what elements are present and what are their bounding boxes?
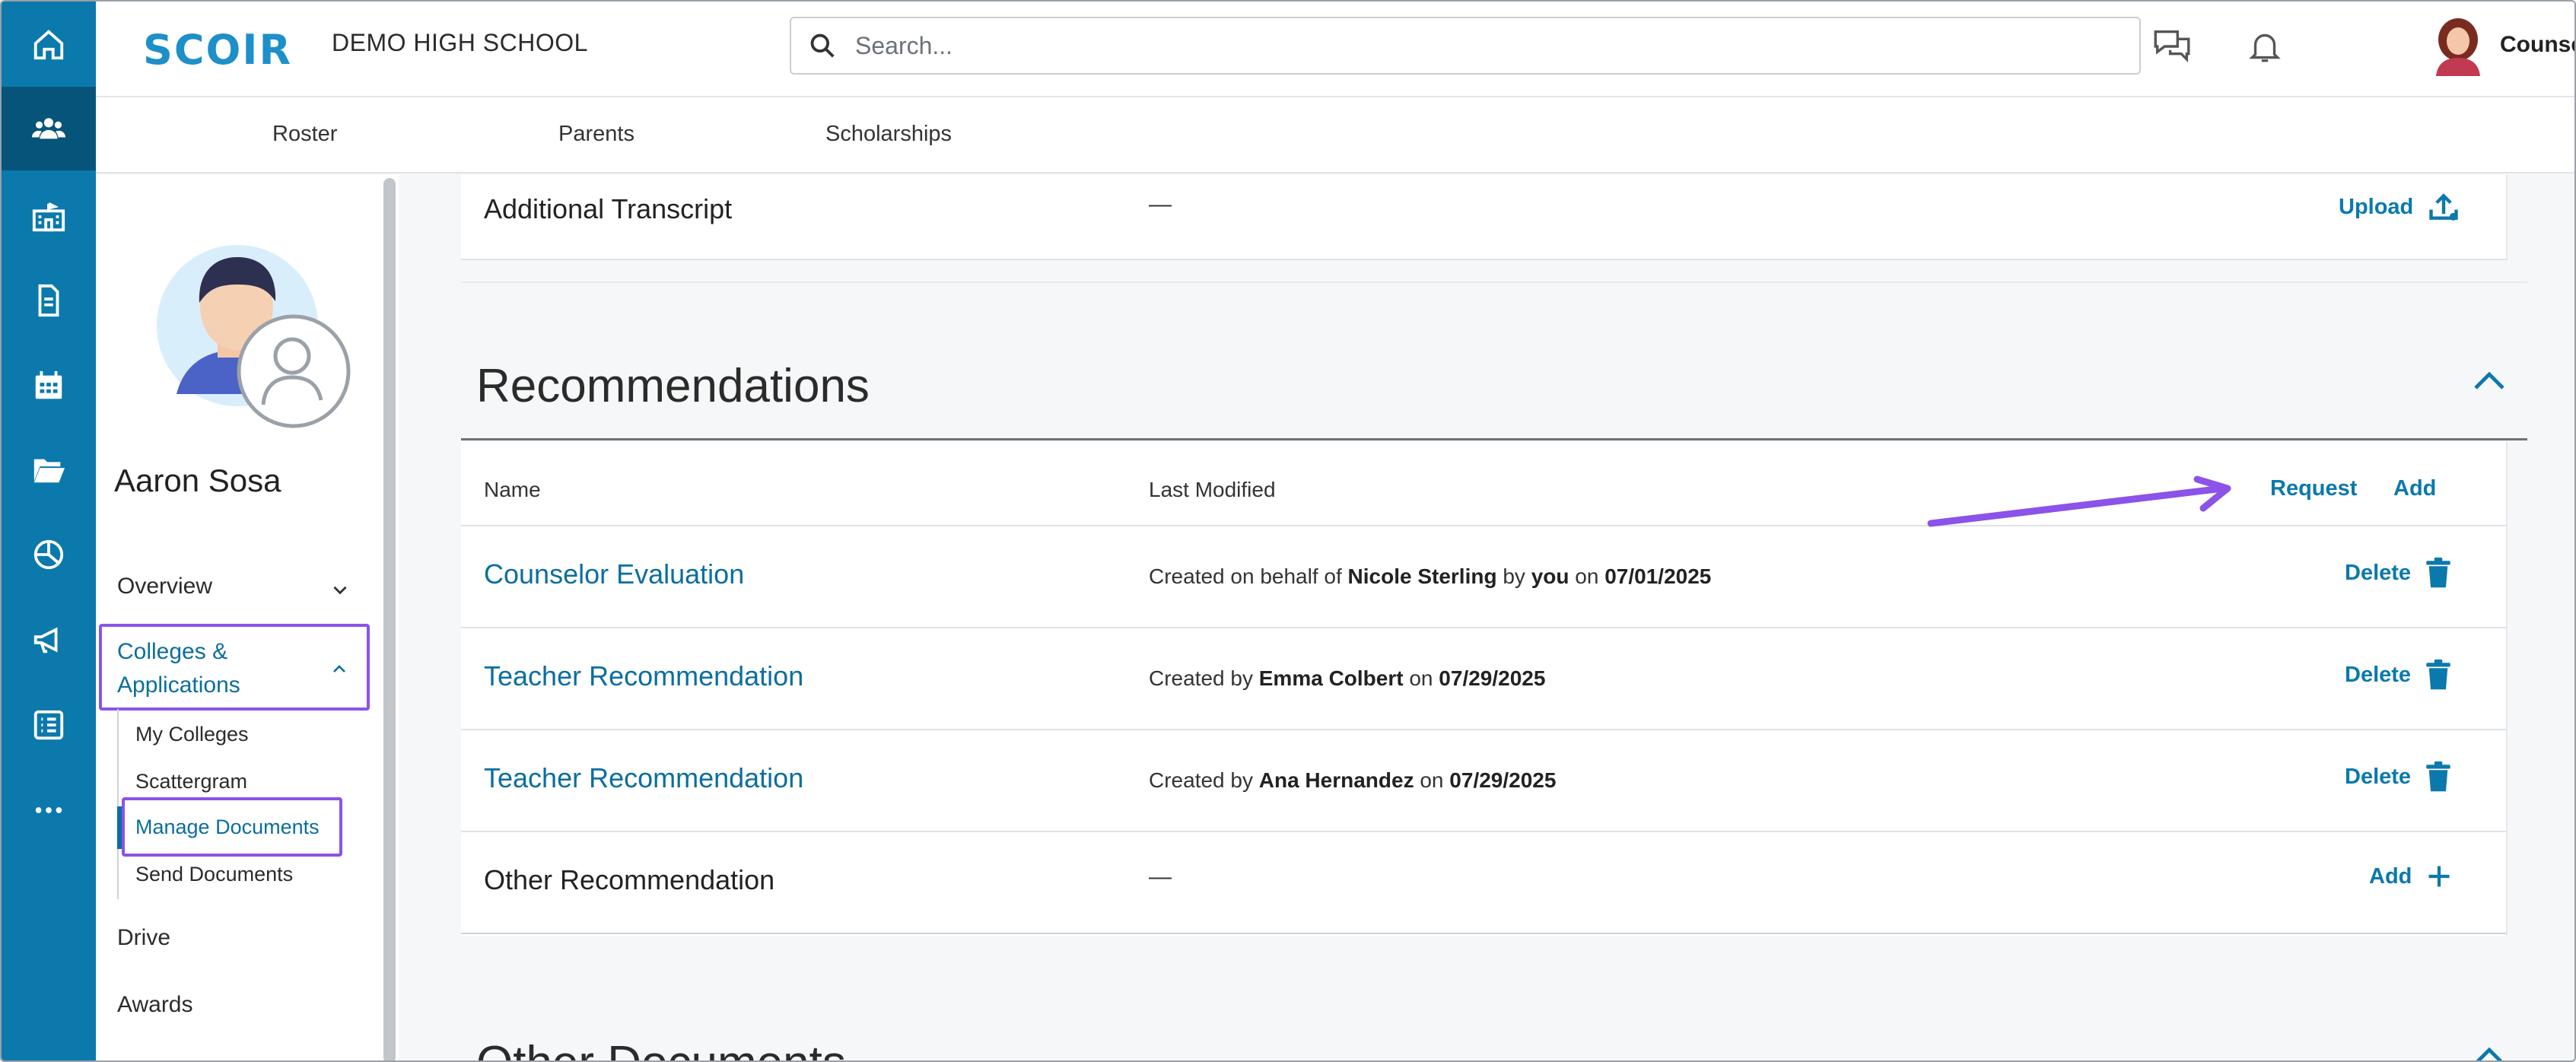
row-divider xyxy=(461,729,2508,730)
user-avatar[interactable] xyxy=(2431,17,2485,76)
meta-date: 07/29/2025 xyxy=(1449,768,1557,792)
meta-date: 07/01/2025 xyxy=(1604,564,1712,588)
subnav-scholarships[interactable]: Scholarships xyxy=(825,122,952,147)
subnav-roster[interactable]: Roster xyxy=(272,122,337,147)
plus-icon xyxy=(2428,866,2450,887)
user-role-label[interactable]: Counselor xyxy=(2500,32,2574,58)
delete-label: Delete xyxy=(2345,764,2412,789)
row-meta: Created on behalf of Nicole Sterling by … xyxy=(1149,564,1711,589)
column-header-last-modified: Last Modified xyxy=(1149,478,1276,501)
meta-person: Emma Colbert xyxy=(1258,666,1404,690)
document-link-teacher-recommendation[interactable]: Teacher Recommendation xyxy=(484,660,803,692)
transcript-label: Additional Transcript xyxy=(484,193,733,224)
nav-overview[interactable]: Overview xyxy=(117,574,212,599)
highlight-box-colleges xyxy=(99,624,370,711)
search-box[interactable] xyxy=(790,17,2141,75)
collapse-chevron-icon[interactable] xyxy=(2471,367,2508,394)
meta-prefix: Created by xyxy=(1149,666,1253,690)
upload-label: Upload xyxy=(2339,194,2414,219)
bell-icon[interactable] xyxy=(2243,24,2287,68)
school-name: DEMO HIGH SCHOOL xyxy=(332,29,588,56)
trash-icon xyxy=(2426,557,2450,588)
transcript-modified: — xyxy=(1149,192,1172,217)
meta-by: by xyxy=(1503,564,1525,588)
delete-button[interactable]: Delete xyxy=(2345,659,2452,691)
logo-text: SCOIR xyxy=(143,25,293,74)
search-input[interactable] xyxy=(854,30,2071,61)
upload-button[interactable]: Upload xyxy=(2339,190,2460,224)
recommendations-title: Recommendations xyxy=(476,360,870,412)
meta-person: Ana Hernandez xyxy=(1258,768,1414,792)
annotation-arrow xyxy=(1927,475,2231,527)
delete-label: Delete xyxy=(2345,662,2412,687)
transcript-row: Additional Transcript — Upload xyxy=(461,175,2508,260)
upload-icon xyxy=(2429,193,2458,221)
column-header-name: Name xyxy=(484,478,541,501)
delete-label: Delete xyxy=(2345,560,2412,585)
panel-scrollbar-thumb[interactable] xyxy=(383,178,396,1060)
row-meta: Created by Emma Colbert on 07/29/2025 xyxy=(1149,666,1545,691)
row-meta: Created by Ana Hernandez on 07/29/2025 xyxy=(1149,768,1556,793)
subnav-tree-line xyxy=(117,709,119,899)
row-divider xyxy=(461,627,2508,628)
highlight-box-manage-documents xyxy=(122,797,342,857)
search-icon xyxy=(810,33,835,58)
nav-my-colleges[interactable]: My Colleges xyxy=(135,723,249,746)
nav-awards[interactable]: Awards xyxy=(117,992,193,1018)
section-divider xyxy=(461,438,2527,440)
add-other-label: Add xyxy=(2369,863,2412,889)
other-documents-title: Other Documents xyxy=(476,1036,846,1060)
meta-prefix: Created by xyxy=(1149,768,1253,792)
collapse-chevron-icon[interactable] xyxy=(2471,1042,2508,1062)
meta-date: 07/29/2025 xyxy=(1439,666,1546,690)
meta-on: on xyxy=(1409,666,1433,690)
student-avatar xyxy=(157,245,351,428)
request-button[interactable]: Request xyxy=(2270,476,2357,501)
row-divider xyxy=(461,831,2508,832)
document-icon[interactable] xyxy=(2,259,96,342)
add-header-button[interactable]: Add xyxy=(2393,476,2436,501)
nav-drive[interactable]: Drive xyxy=(117,925,170,951)
more-icon[interactable] xyxy=(2,768,96,852)
add-other-button[interactable]: Add xyxy=(2369,863,2453,890)
subnav-parents[interactable]: Parents xyxy=(558,122,634,147)
request-label: Request xyxy=(2270,476,2358,501)
other-recommendation-label: Other Recommendation xyxy=(484,864,775,895)
icon-rail xyxy=(2,2,96,1060)
calendar-icon[interactable] xyxy=(2,344,96,428)
chat-icon[interactable] xyxy=(2150,24,2194,68)
student-name: Aaron Sosa xyxy=(114,463,281,498)
nav-scattergram[interactable]: Scattergram xyxy=(135,770,247,793)
sub-navigation: Roster Parents Scholarships xyxy=(96,97,2574,173)
delete-button[interactable]: Delete xyxy=(2345,557,2452,589)
meta-by-who: you xyxy=(1531,564,1569,588)
home-icon[interactable] xyxy=(2,3,96,87)
document-link-counselor-evaluation[interactable]: Counselor Evaluation xyxy=(484,558,744,590)
folder-icon[interactable] xyxy=(2,428,96,511)
chevron-down-icon[interactable] xyxy=(330,580,350,599)
app-window: SCOIR DEMO HIGH SCHOOL Counselor Roster … xyxy=(0,0,2576,1062)
people-icon[interactable] xyxy=(2,87,96,170)
scoir-logo[interactable]: SCOIR xyxy=(143,23,292,76)
meta-prefix: Created on behalf of xyxy=(1149,564,1342,588)
delete-button[interactable]: Delete xyxy=(2345,761,2452,793)
trash-icon xyxy=(2426,761,2450,792)
chart-icon[interactable] xyxy=(2,513,96,596)
meta-on: on xyxy=(1420,768,1444,792)
other-recommendation-modified: — xyxy=(1149,864,1172,889)
top-bar: SCOIR DEMO HIGH SCHOOL Counselor xyxy=(96,2,2574,97)
meta-person: Nicole Sterling xyxy=(1347,564,1497,588)
checklist-icon[interactable] xyxy=(2,683,96,767)
school-icon[interactable] xyxy=(2,175,96,259)
meta-on: on xyxy=(1575,564,1599,588)
nav-send-documents[interactable]: Send Documents xyxy=(135,863,293,886)
document-link-teacher-recommendation[interactable]: Teacher Recommendation xyxy=(484,762,803,794)
megaphone-icon[interactable] xyxy=(2,598,96,682)
card-spacer xyxy=(461,260,2527,283)
table-edge xyxy=(2506,441,2508,936)
add-header-label: Add xyxy=(2393,476,2437,501)
trash-icon xyxy=(2426,659,2450,690)
row-divider xyxy=(461,933,2508,934)
